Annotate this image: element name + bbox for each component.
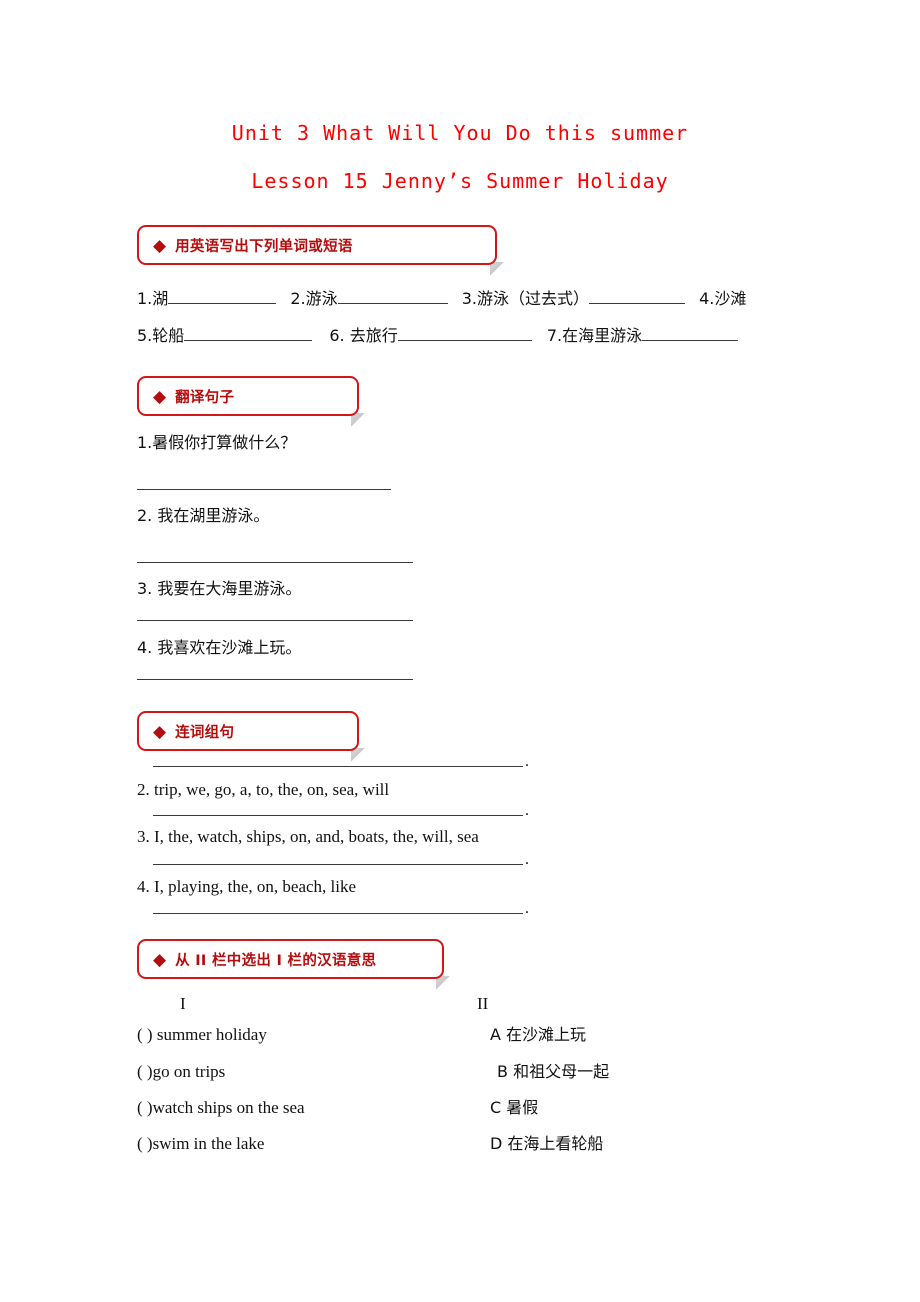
translate-item-3: 3. 我要在大海里游泳。 xyxy=(137,579,302,598)
section-shadow-1 xyxy=(490,262,506,276)
word-order-end-mark-3: . xyxy=(525,851,529,868)
vocab-item-2-blank[interactable] xyxy=(337,303,448,304)
word-order-item-3: 3. I, the, watch, ships, on, and, boats,… xyxy=(137,827,479,846)
vocab-item-5-label: 5.轮船 xyxy=(137,326,185,345)
word-order-item-2: 2. trip, we, go, a, to, the, on, sea, wi… xyxy=(137,780,390,799)
vocab-item-7-label: 7.在海里游泳 xyxy=(546,326,643,345)
diamond-bullet-icon: ◆ xyxy=(153,386,167,406)
translate-item-2: 2. 我在湖里游泳。 xyxy=(137,506,270,525)
vocab-item-7-blank[interactable] xyxy=(642,340,739,341)
translate-answer-line-4[interactable] xyxy=(137,679,413,680)
vocab-item-3-label: 3.游泳（过去式） xyxy=(461,289,590,308)
vocab-item-1-blank[interactable] xyxy=(168,303,277,304)
matching-left-item-2[interactable]: ( )go on trips xyxy=(137,1061,225,1083)
vocab-row-1: 1.湖 2.游泳 3.游泳（过去式） 4.沙滩 xyxy=(137,288,746,310)
vocab-item-6-blank[interactable] xyxy=(397,340,532,341)
translate-answer-line-1[interactable] xyxy=(137,489,391,490)
vocab-item-2-label: 2.游泳 xyxy=(290,289,338,308)
section-header-matching: ◆ 从 II 栏中选出 I 栏的汉语意思 xyxy=(137,939,444,979)
word-order-end-mark-4: . xyxy=(525,900,529,917)
vocab-item-1-label: 1.湖 xyxy=(137,289,169,308)
word-order-answer-line-4[interactable] xyxy=(153,913,523,914)
matching-right-item-4: D 在海上看轮船 xyxy=(490,1134,604,1153)
section-header-word-order: ◆ 连词组句 xyxy=(137,711,359,751)
word-order-answer-line-2[interactable] xyxy=(153,815,523,816)
matching-left-item-3[interactable]: ( )watch ships on the sea xyxy=(137,1097,305,1119)
word-order-item-4: 4. I, playing, the, on, beach, like xyxy=(137,877,357,896)
section-heading-label: 连词组句 xyxy=(175,724,235,741)
section-heading-label: 翻译句子 xyxy=(175,389,235,406)
vocab-item-5-blank[interactable] xyxy=(184,340,313,341)
worksheet-page: Unit 3 What Will You Do this summer Less… xyxy=(0,0,920,1302)
matching-left-item-1[interactable]: ( ) summer holiday xyxy=(137,1024,267,1046)
word-order-end-mark-2: . xyxy=(525,802,529,819)
diamond-bullet-icon: ◆ xyxy=(153,721,167,741)
page-title: Unit 3 What Will You Do this summer xyxy=(231,121,689,145)
diamond-bullet-icon: ◆ xyxy=(153,235,167,255)
section-heading-label: 从 II 栏中选出 I 栏的汉语意思 xyxy=(175,952,377,969)
section-heading-label: 用英语写出下列单词或短语 xyxy=(175,238,353,255)
translate-item-1: 1.暑假你打算做什么？ xyxy=(137,433,297,452)
translate-answer-line-2[interactable] xyxy=(137,562,413,563)
matching-left-item-4[interactable]: ( )swim in the lake xyxy=(137,1133,264,1155)
translate-answer-line-3[interactable] xyxy=(137,620,413,621)
title-block: Unit 3 What Will You Do this summer Less… xyxy=(0,118,920,196)
vocab-item-3-blank[interactable] xyxy=(589,303,686,304)
matching-right-item-3: C 暑假 xyxy=(490,1098,539,1117)
diamond-bullet-icon: ◆ xyxy=(153,949,167,969)
matching-column-heading-left: I xyxy=(180,994,186,1013)
section-header-translate-sentences: ◆ 翻译句子 xyxy=(137,376,359,416)
page-subtitle: Lesson 15 Jenny’s Summer Holiday xyxy=(251,169,669,193)
vocab-item-6-label: 6. 去旅行 xyxy=(329,326,398,345)
matching-right-item-2: B 和祖父母一起 xyxy=(497,1062,610,1081)
word-order-end-mark-1: . xyxy=(525,753,529,770)
vocab-item-4-label: 4.沙滩 xyxy=(699,289,747,308)
section-header-write-in-english: ◆ 用英语写出下列单词或短语 xyxy=(137,225,497,265)
vocab-row-2: 5.轮船 6. 去旅行 7.在海里游泳 xyxy=(137,325,739,347)
matching-right-item-1: A 在沙滩上玩 xyxy=(490,1025,587,1044)
translate-item-4: 4. 我喜欢在沙滩上玩。 xyxy=(137,638,302,657)
word-order-answer-line-1[interactable] xyxy=(153,766,523,767)
word-order-answer-line-3[interactable] xyxy=(153,864,523,865)
matching-column-heading-right: II xyxy=(477,994,489,1013)
